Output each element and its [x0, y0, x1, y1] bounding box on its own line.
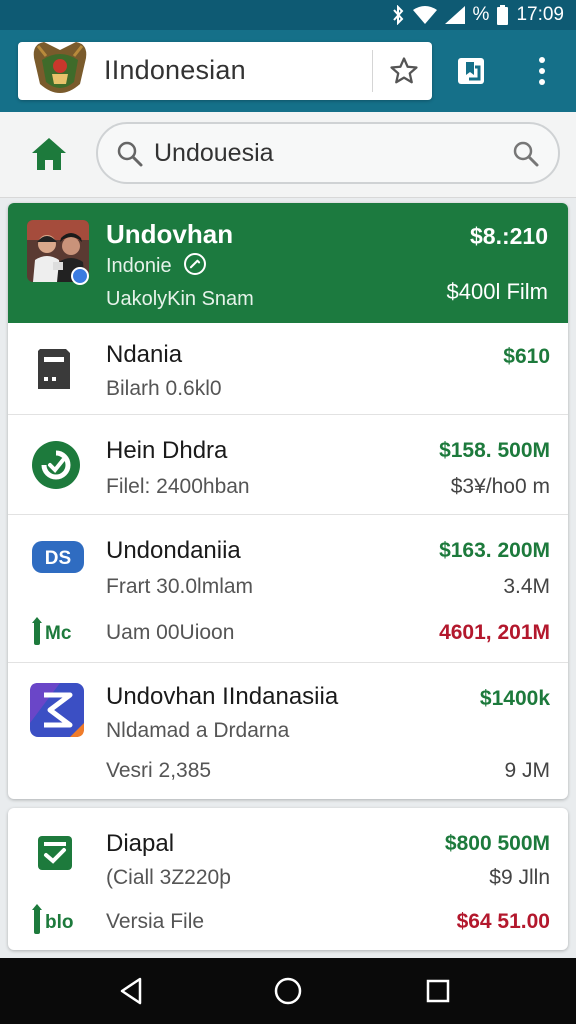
item-secondary-value: $3¥/ho0 m [450, 475, 550, 498]
trend-tag: blo [32, 904, 74, 934]
wifi-icon [412, 6, 437, 24]
navigation-bar [0, 958, 576, 1024]
featured-subtitle: Indonie [106, 255, 172, 277]
more-options-button[interactable] [528, 54, 556, 88]
refresh-check-icon [32, 441, 80, 489]
item-secondary-value: 3.4M [503, 575, 550, 598]
item-subtitle: Nldamad a Drdarna [106, 719, 290, 742]
item-title: Undondaniia [106, 537, 241, 564]
list-item[interactable]: Hein Dhdra Filel: 2400hban $158. 500M $3… [8, 415, 568, 515]
hourglass-app-icon [30, 683, 84, 737]
bluetooth-icon [392, 5, 403, 25]
item-negative-value: 4601, 201M [439, 621, 550, 644]
title-divider [372, 50, 373, 92]
featured-title: Undovhan [106, 219, 234, 249]
search-row [0, 112, 576, 198]
home-icon[interactable] [30, 136, 68, 172]
recents-icon[interactable] [422, 975, 454, 1007]
item-subtitle: Frart 30.0lmlam [106, 575, 254, 598]
status-icons: % 17:09 [391, 3, 564, 27]
more-dot-icon [539, 56, 545, 63]
title-box: IIndonesian [18, 42, 432, 100]
edit-badge-icon [184, 253, 206, 275]
trend-tag-label: blo [45, 912, 74, 933]
item-title: Ndania [106, 341, 183, 368]
item-price: $158. 500M [439, 439, 550, 462]
list-item[interactable]: Ndania Bilarh 0.6kl0 $610 [8, 323, 568, 415]
signal-icon [444, 6, 465, 24]
status-bar: % 17:09 [0, 0, 576, 30]
item-detail: Uam 00Uioon [106, 621, 235, 644]
item-price: $163. 200M [439, 539, 550, 562]
more-dot-icon [539, 79, 545, 86]
list-item[interactable]: Diapal (Ciall 3Z220þ $800 500M $9 Jlln b… [8, 808, 568, 950]
item-detail: Versia File [106, 910, 205, 933]
search-icon [117, 141, 143, 167]
featured-secondary-price: $400l Film [446, 279, 548, 304]
item-title: Undovhan IIndanasiia [106, 683, 339, 710]
battery-percent-label: % [472, 4, 490, 25]
item-subtitle: Bilarh 0.6kl0 [106, 377, 222, 400]
list-item[interactable]: Undovhan IIndanasiia Nldamad a Drdarna $… [8, 663, 568, 799]
app-title: IIndonesian [104, 55, 246, 85]
item-price: $800 500M [444, 832, 550, 855]
star-icon [390, 57, 418, 84]
item-secondary-value: $9 Jlln [489, 866, 550, 889]
garuda-emblem-icon [33, 42, 87, 93]
search-input[interactable] [154, 137, 494, 169]
trend-up-icon [32, 617, 42, 645]
trend-up-icon [32, 904, 42, 934]
battery-icon [497, 5, 509, 25]
app-bar: IIndonesian [0, 30, 576, 112]
featured-item[interactable]: Undovhan Indonie UakolyKin Snam $8.:210 … [8, 203, 568, 323]
svg-text:DS: DS [45, 548, 71, 569]
item-subtitle: Filel: 2400hban [106, 475, 250, 498]
featured-meta: UakolyKin Snam [106, 288, 254, 310]
check-document-icon [38, 836, 72, 870]
trend-tag-label: Mc [45, 623, 72, 644]
more-dot-icon [539, 67, 545, 74]
list-item[interactable]: DS Undondaniia Frart 30.0lmlam $163. 200… [8, 515, 568, 663]
item-title: Hein Dhdra [106, 437, 228, 464]
status-time: 17:09 [516, 4, 564, 25]
item-version: Vesri 2,385 [106, 759, 212, 782]
bookmark-tab-icon[interactable] [455, 55, 487, 87]
trend-tag: Mc [32, 617, 71, 645]
item-price: $1400k [479, 687, 550, 710]
item-secondary-value: 9 JM [504, 759, 550, 782]
favorite-button[interactable] [384, 51, 424, 91]
verified-badge-icon [71, 267, 89, 285]
ds-logo-icon: DS [32, 541, 84, 573]
home-nav-icon[interactable] [272, 975, 304, 1007]
featured-price: $8.:210 [469, 223, 548, 249]
back-icon[interactable] [116, 975, 148, 1007]
search-submit-icon[interactable] [512, 140, 540, 168]
results-list: Undovhan Indonie UakolyKin Snam $8.:210 … [8, 203, 568, 799]
sim-card-icon [38, 349, 70, 389]
item-price: $610 [503, 345, 550, 368]
item-title: Diapal [106, 830, 175, 857]
item-subtitle: (Ciall 3Z220þ [106, 866, 231, 889]
item-negative-value: $64 51.00 [456, 910, 550, 933]
search-box [96, 122, 560, 184]
